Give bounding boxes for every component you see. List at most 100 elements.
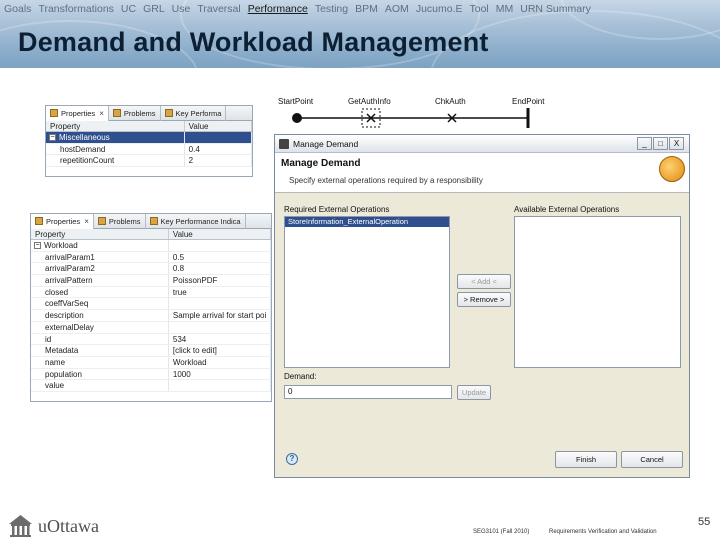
view-tab[interactable]: Problems	[94, 214, 146, 229]
nav-item[interactable]: MM	[496, 3, 514, 15]
property-value-cell[interactable]: 0.5	[169, 251, 271, 263]
help-icon[interactable]: ?	[286, 453, 298, 465]
property-row[interactable]: repetitionCount 2	[46, 155, 252, 168]
property-row[interactable]: closed true	[31, 286, 271, 299]
nav-item[interactable]: Jucumo.E	[416, 3, 463, 15]
nav-item[interactable]: Traversal	[197, 3, 240, 15]
property-value-cell[interactable]	[185, 132, 252, 143]
dialog-header-title: Manage Demand	[281, 158, 361, 169]
uottawa-crest-icon	[9, 515, 32, 537]
course-label: SEG3101 (Fall 2010)	[473, 529, 530, 535]
view-tab-bar: Properties × Problems Key Performa	[46, 106, 252, 121]
institution-name: uOttawa	[38, 516, 99, 536]
property-row[interactable]: − Workload	[31, 240, 271, 252]
collapse-toggle-icon[interactable]: −	[34, 242, 41, 250]
property-name-cell: arrivalParam2	[31, 263, 169, 275]
property-value-cell[interactable]: PoissonPDF	[169, 275, 271, 286]
property-value-cell[interactable]	[169, 298, 271, 310]
start-point-icon[interactable]	[292, 113, 302, 123]
property-row[interactable]: arrivalPattern PoissonPDF	[31, 275, 271, 287]
view-tab-icon	[97, 217, 106, 225]
property-name: description	[45, 311, 84, 321]
property-name-cell: coeffVarSeq	[31, 298, 169, 310]
properties-view-bottom: Properties × Problems Key Performance Indic…	[30, 213, 272, 402]
view-tab[interactable]: Problems	[109, 106, 161, 121]
nav-item[interactable]: Transformations	[38, 3, 113, 15]
cancel-button[interactable]: Cancel	[621, 451, 683, 468]
dialog-titlebar[interactable]: Manage Demand _ □ X	[275, 135, 689, 153]
nav-item[interactable]: BPM	[355, 3, 378, 15]
property-row[interactable]: − Miscellaneous	[46, 132, 252, 144]
view-tab-label: Problems	[123, 108, 156, 118]
property-row[interactable]: externalDelay	[31, 321, 271, 334]
view-tab[interactable]: Properties ×	[46, 106, 109, 121]
property-name: closed	[45, 287, 69, 297]
maximize-button[interactable]: □	[653, 137, 668, 150]
nav-item[interactable]: Tool	[470, 3, 489, 15]
property-value-cell[interactable]	[169, 240, 271, 251]
property-row[interactable]: id 534	[31, 333, 271, 346]
view-tab[interactable]: Key Performa	[161, 106, 227, 121]
property-row[interactable]: value	[31, 380, 271, 392]
property-value-cell[interactable]: 1000	[169, 368, 271, 380]
property-value-cell[interactable]: [click to edit]	[169, 345, 271, 356]
property-name-cell: Metadata	[31, 345, 169, 356]
property-value-cell[interactable]	[169, 321, 271, 333]
close-button[interactable]: X	[669, 137, 684, 150]
property-value-cell[interactable]	[169, 380, 271, 391]
property-row[interactable]: name Workload	[31, 356, 271, 369]
close-tab-icon[interactable]: ×	[99, 109, 104, 118]
property-row[interactable]: arrivalParam1 0.5	[31, 251, 271, 264]
finish-button[interactable]: Finish	[555, 451, 617, 468]
nav-item[interactable]: URN Summary	[520, 3, 591, 15]
property-name-cell: name	[31, 356, 169, 368]
view-tab[interactable]: Properties ×	[31, 214, 94, 229]
property-value-cell[interactable]: Sample arrival for start poi	[169, 310, 271, 321]
list-item[interactable]: StoreInformation_ExternalOperation	[285, 217, 449, 227]
property-row[interactable]: hostDemand 0.4	[46, 143, 252, 156]
property-row[interactable]: coeffVarSeq	[31, 298, 271, 311]
remove-operation-button[interactable]: > Remove >	[457, 292, 511, 307]
nav-item[interactable]: Performance	[248, 3, 308, 15]
nav-item[interactable]: Testing	[315, 3, 348, 15]
nav-item[interactable]: GRL	[143, 3, 165, 15]
property-value-cell[interactable]: 0.4	[185, 143, 252, 155]
nav-item[interactable]: Use	[172, 3, 191, 15]
nav-item[interactable]: UC	[121, 3, 136, 15]
slide-title: Demand and Workload Management	[18, 27, 489, 57]
property-name: name	[45, 357, 66, 367]
collapse-toggle-icon[interactable]: −	[49, 134, 56, 142]
add-operation-button[interactable]: < Add <	[457, 274, 511, 289]
property-row[interactable]: description Sample arrival for start poi	[31, 310, 271, 322]
property-value-cell[interactable]: 2	[185, 155, 252, 167]
view-tab-label: Problems	[108, 216, 141, 226]
minimize-button[interactable]: _	[637, 137, 652, 150]
property-row[interactable]: population 1000	[31, 368, 271, 381]
property-name: hostDemand	[60, 144, 106, 154]
close-tab-icon[interactable]: ×	[84, 217, 89, 226]
nav-item[interactable]: Goals	[4, 3, 31, 15]
property-value-cell[interactable]: 0.8	[169, 263, 271, 275]
property-row[interactable]: Metadata [click to edit]	[31, 345, 271, 357]
available-operations-list[interactable]	[514, 216, 681, 368]
view-tab-icon	[149, 217, 158, 225]
property-value-cell[interactable]: 534	[169, 333, 271, 345]
view-tab-icon	[164, 109, 173, 117]
property-value-cell[interactable]: true	[169, 286, 271, 298]
property-name: repetitionCount	[60, 156, 115, 166]
nav-item[interactable]: AOM	[385, 3, 409, 15]
required-operations-list[interactable]: StoreInformation_ExternalOperation	[284, 216, 450, 368]
column-header-property: Property	[31, 229, 169, 239]
wizard-banner-icon	[659, 156, 685, 182]
view-tab[interactable]: Key Performance Indica	[146, 214, 246, 229]
view-tab-icon	[112, 109, 121, 117]
property-name-cell: arrivalPattern	[31, 275, 169, 286]
properties-view-top: Properties × Problems Key Performa Property…	[45, 105, 253, 177]
update-button[interactable]: Update	[457, 385, 491, 400]
column-header-property: Property	[46, 121, 185, 131]
view-tab-label: Properties	[61, 108, 96, 118]
property-row[interactable]: arrivalParam2 0.8	[31, 263, 271, 276]
property-name: Workload	[44, 241, 78, 250]
demand-input[interactable]: 0	[284, 385, 452, 399]
property-value-cell[interactable]: Workload	[169, 356, 271, 368]
